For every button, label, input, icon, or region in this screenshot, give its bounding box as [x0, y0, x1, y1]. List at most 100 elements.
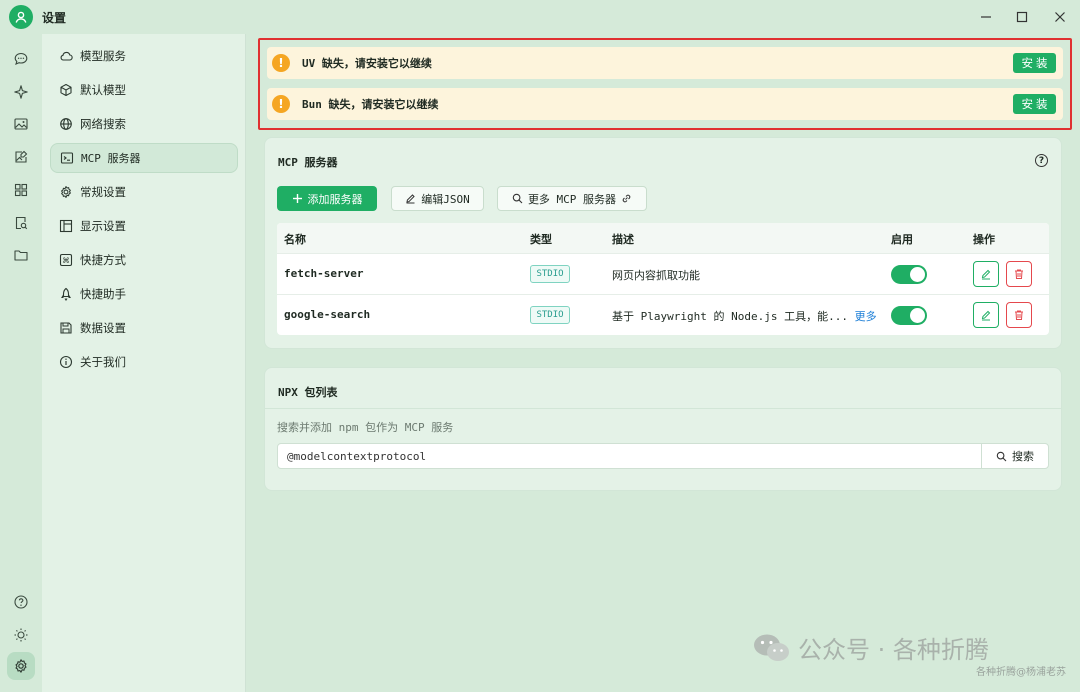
window-title: 设置 — [42, 11, 67, 25]
plus-icon — [292, 193, 303, 204]
maximize-icon — [1016, 11, 1028, 23]
settings-icon[interactable] — [7, 652, 35, 680]
card-title: MCP 服务器 — [278, 156, 338, 169]
gear-icon — [59, 185, 73, 199]
bun-missing-alert: ! Bun 缺失，请安装它以继续 安装 — [267, 88, 1063, 120]
type-badge: STDIO — [530, 265, 570, 283]
help-icon[interactable]: ? — [1035, 154, 1048, 167]
sidebar-item-general-settings[interactable]: 常规设置 — [50, 177, 238, 207]
edit-json-label: 编辑JSON — [421, 192, 470, 206]
sidebar-item-mcp-servers[interactable]: MCP 服务器 — [50, 143, 238, 173]
icon-rail — [0, 34, 42, 692]
sidebar-item-default-model[interactable]: 默认模型 — [50, 75, 238, 105]
edit-server-button[interactable] — [973, 261, 999, 287]
description-text: 基于 Playwright 的 Node.js 工具，能... — [612, 310, 848, 323]
edit-icon — [981, 310, 991, 321]
add-server-label: 添加服务器 — [307, 192, 363, 206]
server-name: google-search — [284, 308, 371, 321]
more-mcp-label: 更多 MCP 服务器 — [527, 192, 617, 206]
npx-search-button[interactable]: 搜索 — [981, 444, 1048, 468]
npx-search-input[interactable] — [278, 444, 981, 468]
help-icon[interactable] — [11, 592, 31, 612]
sidebar-item-model-service[interactable]: 模型服务 — [50, 41, 238, 71]
add-server-button[interactable]: 添加服务器 — [277, 186, 377, 211]
col-name: 名称 — [284, 233, 306, 246]
col-enabled: 启用 — [891, 233, 913, 246]
minimize-icon — [981, 16, 991, 18]
sidebar-item-about[interactable]: 关于我们 — [50, 347, 238, 377]
sparkle-icon[interactable] — [11, 82, 31, 102]
trash-icon — [1015, 269, 1023, 279]
sidebar-item-label: 快捷方式 — [80, 253, 126, 267]
minimize-button[interactable] — [975, 6, 997, 28]
apps-icon[interactable] — [11, 180, 31, 200]
sidebar-item-web-search[interactable]: 网络搜索 — [50, 109, 238, 139]
main-content: ! UV 缺失，请安装它以继续 安装 ! Bun 缺失，请安装它以继续 安装 M… — [247, 34, 1080, 692]
sidebar-item-shortcuts[interactable]: ⌘ 快捷方式 — [50, 245, 238, 275]
sidebar-item-label: 数据设置 — [80, 321, 126, 335]
mcp-servers-table: 名称 类型 描述 启用 操作 fetch-server STDIO 网页内容抓取… — [277, 223, 1049, 335]
watermark: 公众号 · 各种折腾 — [752, 630, 989, 665]
theme-sun-icon[interactable] — [11, 625, 31, 645]
table-header: 名称 类型 描述 启用 操作 — [277, 223, 1049, 253]
missing-dependency-alerts: ! UV 缺失，请安装它以继续 安装 ! Bun 缺失，请安装它以继续 安装 — [258, 38, 1072, 130]
server-description: 基于 Playwright 的 Node.js 工具，能... 更多 — [612, 308, 877, 324]
rocket-icon — [59, 287, 73, 301]
layout-icon — [59, 219, 73, 233]
edit-json-button[interactable]: 编辑JSON — [391, 186, 484, 211]
install-bun-button[interactable]: 安装 — [1013, 94, 1056, 114]
edit-server-button[interactable] — [973, 302, 999, 328]
alert-text: UV 缺失，请安装它以继续 — [302, 57, 432, 70]
sidebar-item-label: 常规设置 — [80, 185, 126, 199]
user-icon — [15, 11, 27, 23]
image-icon[interactable] — [11, 114, 31, 134]
doc-search-icon[interactable] — [11, 213, 31, 233]
cloud-icon — [59, 49, 73, 63]
folder-icon[interactable] — [11, 245, 31, 265]
table-row[interactable]: google-search STDIO 基于 Playwright 的 Node… — [277, 294, 1049, 335]
enable-toggle[interactable] — [891, 306, 927, 325]
globe-icon — [59, 117, 73, 131]
command-icon: ⌘ — [59, 253, 73, 267]
col-type: 类型 — [530, 233, 552, 246]
wechat-icon — [754, 634, 789, 661]
cube-icon — [59, 83, 73, 97]
avatar[interactable] — [9, 5, 33, 29]
pencil-icon — [405, 193, 416, 204]
sidebar-item-label: 显示设置 — [80, 219, 126, 233]
svg-text:⌘: ⌘ — [62, 256, 70, 265]
table-row[interactable]: fetch-server STDIO 网页内容抓取功能 — [277, 253, 1049, 294]
server-name: fetch-server — [284, 267, 364, 280]
col-actions: 操作 — [973, 233, 995, 246]
sidebar-item-label: 快捷助手 — [80, 287, 126, 301]
trash-icon — [1015, 310, 1023, 320]
warning-icon: ! — [272, 54, 290, 72]
enable-toggle[interactable] — [891, 265, 927, 284]
save-icon — [59, 321, 73, 335]
delete-server-button[interactable] — [1006, 302, 1032, 328]
warning-icon: ! — [272, 95, 290, 113]
close-icon — [1055, 12, 1065, 22]
install-uv-button[interactable]: 安装 — [1013, 53, 1056, 73]
close-button[interactable] — [1049, 6, 1071, 28]
image-edit-icon[interactable] — [11, 147, 31, 167]
title-bar: 设置 — [0, 0, 1080, 34]
maximize-button[interactable] — [1011, 6, 1033, 28]
sidebar-item-label: 模型服务 — [80, 49, 126, 63]
search-icon — [996, 451, 1007, 461]
info-icon — [59, 355, 73, 369]
watermark-text: 公众号 · 各种折腾 — [798, 636, 989, 664]
chat-icon[interactable] — [11, 49, 31, 69]
sidebar-item-display-settings[interactable]: 显示设置 — [50, 211, 238, 241]
watermark-subtext: 各种折腾@杨浦老苏 — [976, 667, 1066, 678]
sidebar-item-quick-assistant[interactable]: 快捷助手 — [50, 279, 238, 309]
delete-server-button[interactable] — [1006, 261, 1032, 287]
terminal-icon — [60, 151, 74, 165]
more-mcp-servers-button[interactable]: 更多 MCP 服务器 — [497, 186, 647, 211]
sidebar-item-label: 关于我们 — [80, 355, 126, 369]
sidebar-item-label: 网络搜索 — [80, 117, 126, 131]
npx-search-box: 搜索 — [277, 443, 1049, 469]
description-more-link[interactable]: 更多 — [855, 310, 877, 323]
server-description: 网页内容抓取功能 — [612, 269, 700, 282]
sidebar-item-data-settings[interactable]: 数据设置 — [50, 313, 238, 343]
